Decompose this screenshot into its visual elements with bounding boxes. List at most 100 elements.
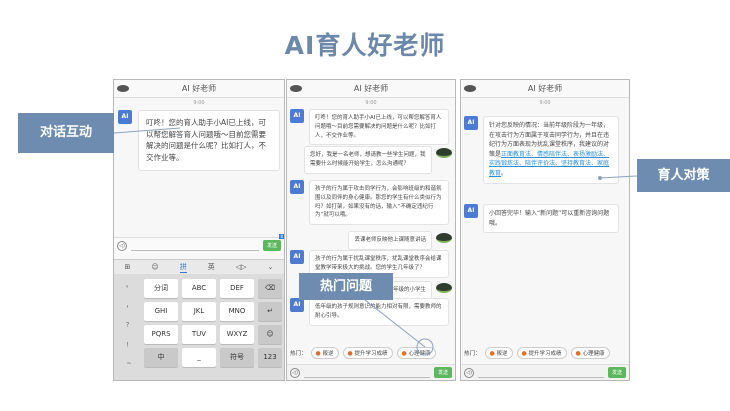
key[interactable]: 分词: [144, 279, 178, 298]
phone-strategy: AI 好老师 9:00 AI 针对您反映的情况：当前年级阶段为一年级，在攻击行为…: [460, 79, 630, 381]
hot-chip-rebellion[interactable]: ● 叛逆: [484, 347, 513, 359]
send-button[interactable]: 发送: [607, 367, 626, 378]
ai-greeting-bubble: 叮咚！您的育人助手小AI已上线，可以帮您解答育人问题哦～目前您需要解决的问题是什…: [138, 110, 280, 171]
phone-header: AI 好老师: [287, 80, 455, 98]
ai-avatar-icon: AI: [290, 298, 304, 312]
chat-time: 9:00: [365, 100, 377, 106]
kb-english-tab[interactable]: 英: [208, 262, 215, 272]
send-label: 发送: [266, 243, 277, 249]
phone-header: AI 好老师: [461, 80, 629, 98]
ai-bubble: 叮咚！您的育人助手小AI已上线，可以帮您解答育人问题哦～目前您需要解决的问题是什…: [309, 109, 449, 146]
chat-time: 9:00: [193, 100, 205, 106]
ai-avatar-icon: AI: [464, 116, 478, 130]
send-button[interactable]: 发送: [433, 367, 452, 378]
key[interactable]: WXYZ: [220, 325, 254, 344]
user-bubble: 您好，我是一名老师，想请教一些学生问题，我需要什么时候能开始学生，怎么沟通呢？: [304, 146, 432, 174]
chip-label: 叛逆: [322, 351, 334, 357]
message-input[interactable]: [478, 368, 604, 378]
key[interactable]: MNO: [220, 302, 254, 321]
hot-label: 热门：: [464, 351, 481, 357]
chat-row-ai: AI 小回答完毕！输入“新问题”可以重新咨询问题哦。: [464, 204, 619, 234]
user-bubble: 丢课老师反映他上课随意讲话: [348, 231, 432, 250]
kb-pinyin-tab[interactable]: 拼: [179, 262, 187, 273]
ai-bubble: 小回答完毕！输入“新问题”可以重新咨询问题哦。: [483, 204, 619, 234]
phone-conversation: AI 好老师 9:00 AI 叮咚！您的育人助手小AI已上线，可以帮您解答育人问…: [286, 79, 456, 381]
chat-row-ai: AI 针对您反映的情况：当前年级阶段为一年级，在攻击行为方面属于攻击同学行为，并…: [464, 116, 619, 184]
phone-header: AI 好老师: [114, 80, 284, 98]
symbol-key[interactable]: 符号: [220, 348, 254, 367]
kb-punct[interactable]: 。: [116, 280, 142, 289]
fire-icon: ●: [315, 350, 321, 357]
key[interactable]: JKL: [182, 302, 216, 321]
callout-dialog: 对话互动: [18, 113, 114, 153]
lang-key[interactable]: 中: [144, 348, 178, 367]
back-icon[interactable]: [464, 85, 476, 92]
send-button[interactable]: 发送 8: [262, 234, 284, 251]
chat-row-user: 丢课老师反映他上课随意讲话: [348, 231, 452, 250]
message-input[interactable]: [131, 241, 259, 251]
hot-topics-bar: 热门： ● 叛逆 ● 提升学习成绩 ● 心理健康: [287, 346, 455, 360]
fire-icon: ●: [401, 350, 407, 357]
number-key[interactable]: 123: [258, 348, 282, 367]
key[interactable]: TUV: [182, 325, 216, 344]
keyboard: 。 ， ？ ！ ~ 分词 ABC DEF ⌫ GHI JKL MNO ↵ PQR…: [114, 274, 284, 380]
chat-row-ai: AI 低年级的孩子规则意识的能力相对有限，需要教师的耐心引导。: [290, 298, 449, 326]
input-bar: ◁) 发送: [461, 364, 629, 380]
fire-icon: ●: [575, 350, 581, 357]
enter-key[interactable]: ↵: [258, 302, 282, 321]
hot-chip-rebellion[interactable]: ● 叛逆: [310, 347, 339, 359]
unread-badge: 8: [279, 234, 284, 239]
kb-punct[interactable]: ？: [116, 320, 142, 329]
user-avatar: [436, 283, 452, 293]
back-icon[interactable]: [117, 85, 129, 92]
fire-icon: ●: [347, 350, 353, 357]
user-avatar: [436, 233, 452, 243]
phone-title: AI 好老师: [353, 84, 389, 93]
key[interactable]: GHI: [144, 302, 178, 321]
hot-label: 热门：: [290, 351, 307, 357]
keyboard-toolbar: ⊞ ☺ 拼 英 ◁▷ ⌄: [114, 259, 284, 274]
input-bar: ◁) 发送: [287, 364, 455, 380]
hot-chip-grades[interactable]: ● 提升学习成绩: [342, 347, 393, 359]
kb-emoji-icon[interactable]: ☺: [151, 263, 158, 271]
ai-avatar-icon: AI: [290, 109, 304, 123]
chat-row-ai: AI 叮咚！您的育人助手小AI已上线，可以帮您解答育人问题哦～目前您需要解决的问…: [290, 109, 449, 146]
phone-dialog: AI 好老师 9:00 AI 叮咚！您的育人助手小AI已上线，可以帮您解答育人问…: [113, 79, 285, 381]
fire-icon: ●: [521, 350, 527, 357]
ai-strategy-bubble: 针对您反映的情况：当前年级阶段为一年级，在攻击行为方面属于攻击同学行为，并且在违…: [483, 116, 619, 184]
voice-icon[interactable]: ◁): [117, 240, 127, 251]
chat-row-user: 您好，我是一名老师，想请教一些学生问题，我需要什么时候能开始学生，怎么沟通呢？: [304, 146, 452, 174]
kb-punct[interactable]: ~: [116, 360, 142, 367]
ai-avatar-icon: AI: [464, 204, 478, 218]
kb-collapse-icon[interactable]: ⌄: [268, 263, 274, 271]
chip-label: 心理健康: [408, 351, 431, 357]
hot-chip-mental[interactable]: ● 心理健康: [396, 347, 436, 359]
chip-label: 提升学习成绩: [528, 351, 562, 357]
ai-avatar-icon: AI: [290, 180, 304, 194]
key[interactable]: PQRS: [144, 325, 178, 344]
kb-punct[interactable]: ，: [116, 300, 142, 309]
callout-strategy: 育人对策: [637, 159, 730, 192]
hot-chip-grades[interactable]: ● 提升学习成绩: [516, 347, 567, 359]
chat-row-ai: AI 叮咚！您的育人助手小AI已上线，可以帮您解答育人问题哦～目前您需要解决的问…: [118, 110, 280, 171]
kb-punct[interactable]: ！: [116, 340, 142, 349]
user-avatar: [436, 148, 452, 158]
kb-grid-icon[interactable]: ⊞: [125, 263, 131, 271]
key[interactable]: ABC: [182, 279, 216, 298]
callout-hot-topics: 热门问题: [299, 273, 393, 300]
ai-avatar-icon: AI: [118, 110, 132, 124]
kb-cursor-icon[interactable]: ◁▷: [236, 263, 247, 271]
chip-label: 心理健康: [582, 351, 605, 357]
key[interactable]: DEF: [220, 279, 254, 298]
voice-icon[interactable]: ◁): [290, 367, 300, 378]
message-input[interactable]: [304, 368, 430, 378]
space-key[interactable]: _: [182, 348, 216, 367]
back-icon[interactable]: [290, 85, 302, 92]
fire-icon: ●: [489, 350, 495, 357]
chip-label: 叛逆: [496, 351, 508, 357]
hot-chip-mental[interactable]: ● 心理健康: [570, 347, 610, 359]
hot-topics-bar: 热门： ● 叛逆 ● 提升学习成绩 ● 心理健康: [461, 346, 629, 360]
voice-icon[interactable]: ◁): [464, 367, 474, 378]
backspace-key[interactable]: ⌫: [258, 279, 282, 298]
emoji-key[interactable]: ☺: [258, 325, 282, 344]
